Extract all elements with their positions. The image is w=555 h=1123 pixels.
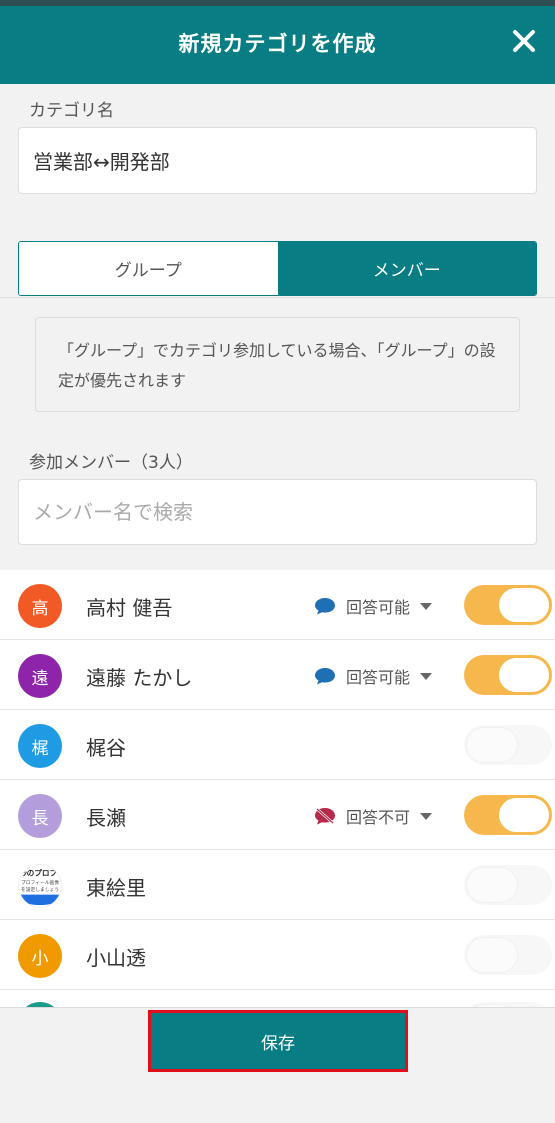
avatar: ｼのプロフ プロフィール画像 を設定しましょう <box>18 864 62 908</box>
tab-member[interactable]: メンバー <box>277 242 536 295</box>
toggle-knob <box>467 868 517 902</box>
avatar: 遠 <box>18 654 62 698</box>
status-strip <box>0 0 555 6</box>
toggle-knob <box>499 798 549 832</box>
member-list: 高 高村 健吾 回答可能 遠 遠藤 たかし 回答可能 梶 梶谷 長 長瀬 回答不… <box>0 570 555 1007</box>
member-toggle[interactable] <box>464 865 552 905</box>
chevron-down-icon <box>420 812 433 820</box>
member-row: ｼのプロフ プロフィール画像 を設定しましょう 東絵里 <box>0 850 555 920</box>
info-notice: 「グループ」でカテゴリ参加している場合、「グループ」の設定が優先されます <box>35 317 520 412</box>
toggle-knob <box>499 588 549 622</box>
permission-label: 回答可能 <box>346 668 411 687</box>
avatar: 梶 <box>18 724 62 768</box>
member-name: 長瀬 <box>86 806 126 830</box>
save-button[interactable]: 保存 <box>148 1010 408 1072</box>
members-count-label: 参加メンバー（3人） <box>29 453 193 473</box>
chat-bubble-icon <box>315 668 335 685</box>
photo-text-line2: プロフィール画像 <box>21 879 59 886</box>
avatar: 長 <box>18 794 62 838</box>
member-name: 遠藤 たかし <box>86 666 193 690</box>
chat-bubble-icon <box>315 598 335 615</box>
category-name-label: カテゴリ名 <box>29 101 114 121</box>
permission-dropdown[interactable]: 回答不可 <box>314 805 433 827</box>
close-icon <box>513 30 535 52</box>
member-name: 梶谷 <box>86 736 126 760</box>
section-divider <box>0 297 555 298</box>
permission-label: 回答不可 <box>346 808 411 827</box>
member-name: 高村 健吾 <box>86 596 173 620</box>
member-search-field[interactable] <box>18 479 537 545</box>
member-toggle[interactable] <box>464 725 552 765</box>
header-bar: 新規カテゴリを作成 <box>0 0 555 84</box>
profile-photo-image: ｼのプロフ プロフィール画像 を設定しましょう <box>19 865 61 907</box>
member-name: 小山透 <box>86 946 146 970</box>
permission-dropdown[interactable]: 回答可能 <box>314 595 433 617</box>
member-row-partial <box>0 990 555 1007</box>
close-button[interactable] <box>509 26 539 56</box>
avatar: 小 <box>18 934 62 978</box>
chevron-down-icon <box>420 602 433 610</box>
page-title: 新規カテゴリを作成 <box>178 32 377 56</box>
avatar: 高 <box>18 584 62 628</box>
toggle-knob <box>467 938 517 972</box>
chat-off-icon <box>315 808 335 825</box>
member-row: 梶 梶谷 <box>0 710 555 780</box>
member-toggle[interactable] <box>464 795 552 835</box>
member-row: 小 小山透 <box>0 920 555 990</box>
toggle-knob <box>467 728 517 762</box>
tab-group[interactable]: グループ <box>19 242 278 295</box>
member-toggle[interactable] <box>464 935 552 975</box>
member-row: 高 高村 健吾 回答可能 <box>0 570 555 640</box>
chevron-down-icon <box>420 672 433 680</box>
member-name: 東絵里 <box>86 876 146 900</box>
member-toggle[interactable] <box>464 585 552 625</box>
member-toggle[interactable] <box>464 655 552 695</box>
tab-switcher: グループ メンバー <box>18 241 537 296</box>
category-name-input[interactable] <box>19 128 536 193</box>
permission-dropdown[interactable]: 回答可能 <box>314 665 433 687</box>
photo-text-line3: を設定しましょう <box>21 886 59 893</box>
member-search-input[interactable] <box>19 480 536 544</box>
permission-label: 回答可能 <box>346 598 411 617</box>
member-row: 遠 遠藤 たかし 回答可能 <box>0 640 555 710</box>
category-name-field[interactable] <box>18 127 537 194</box>
photo-text-line1: ｼのプロフ <box>23 868 57 878</box>
member-row: 長 長瀬 回答不可 <box>0 780 555 850</box>
toggle-knob <box>499 658 549 692</box>
